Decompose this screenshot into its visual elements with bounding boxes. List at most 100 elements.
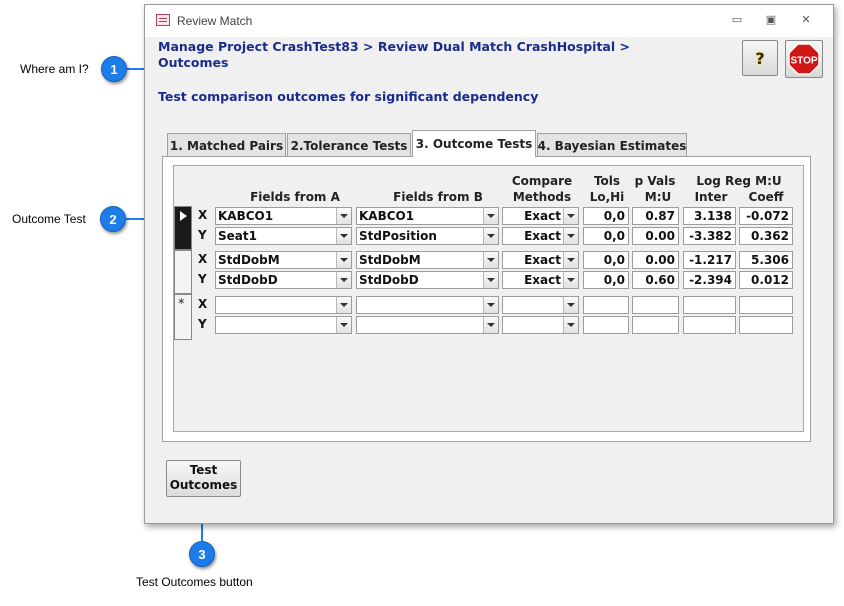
chevron-down-icon[interactable] [563, 272, 578, 288]
log-reg-inter-field-empty[interactable] [683, 316, 736, 334]
tolerance-field[interactable]: 0,0 [583, 251, 629, 269]
header-compare: Compare [511, 174, 573, 188]
log-reg-coeff-field[interactable]: 5.306 [739, 251, 793, 269]
compare-method-combo[interactable]: Exact [502, 227, 579, 245]
test-outcomes-button[interactable]: Test Outcomes [166, 460, 241, 497]
field-a-value: StdDobM [218, 253, 280, 267]
log-reg-inter-field[interactable]: -2.394 [683, 271, 736, 289]
record-selector[interactable] [174, 250, 192, 294]
chevron-down-icon[interactable] [336, 228, 351, 244]
chevron-down-icon[interactable] [483, 317, 498, 333]
field-a-combo-empty[interactable] [215, 316, 352, 334]
review-match-window: Review Match ▭ ▣ ✕ Manage Project CrashT… [144, 4, 834, 524]
field-a-combo[interactable]: KABCO1 [215, 207, 352, 225]
chevron-down-icon[interactable] [563, 208, 578, 224]
test-outcomes-label-line-2: Outcomes [169, 478, 238, 492]
header-fields-a: Fields from A [250, 190, 340, 204]
compare-method-combo[interactable]: Exact [502, 207, 579, 225]
chevron-down-icon[interactable] [563, 317, 578, 333]
compare-method-combo[interactable]: Exact [502, 271, 579, 289]
p-value-field[interactable]: 0.00 [632, 227, 679, 245]
callout-badge-2: 2 [100, 206, 126, 232]
stop-sign-icon: STOP [788, 43, 820, 75]
header-p-vals: p Vals [634, 174, 676, 188]
tolerance-field[interactable]: 0,0 [583, 207, 629, 225]
tolerance-field[interactable]: 0,0 [583, 271, 629, 289]
chevron-down-icon[interactable] [336, 272, 351, 288]
field-b-combo[interactable]: StdPosition [356, 227, 499, 245]
chevron-down-icon[interactable] [483, 228, 498, 244]
help-button[interactable]: ? [742, 40, 778, 76]
field-a-combo[interactable]: StdDobD [215, 271, 352, 289]
breadcrumb-line-2: Outcomes [158, 55, 229, 70]
log-reg-coeff-field[interactable]: 0.012 [739, 271, 793, 289]
chevron-down-icon[interactable] [336, 252, 351, 268]
chevron-down-icon[interactable] [483, 208, 498, 224]
log-reg-coeff-field[interactable]: -0.072 [739, 207, 793, 225]
tab-matched-pairs[interactable]: 1. Matched Pairs [167, 133, 286, 157]
record-selector-new[interactable]: * [174, 294, 192, 340]
p-value-field-empty[interactable] [632, 296, 679, 314]
restore-button[interactable]: ▣ [761, 11, 781, 29]
chevron-down-icon[interactable] [336, 317, 351, 333]
compare-method-combo-empty[interactable] [502, 316, 579, 334]
chevron-down-icon[interactable] [483, 272, 498, 288]
p-value-field[interactable]: 0.00 [632, 251, 679, 269]
chevron-down-icon[interactable] [336, 208, 351, 224]
compare-method-combo[interactable]: Exact [502, 251, 579, 269]
new-record-asterisk-icon: * [178, 297, 185, 312]
tab-tolerance-tests[interactable]: 2.Tolerance Tests [287, 133, 411, 157]
record-selector-current[interactable] [174, 206, 192, 250]
callout-label-outcome-test: Outcome Test [12, 212, 86, 226]
tolerance-field-empty[interactable] [583, 296, 629, 314]
row-axis-label: X [198, 252, 208, 266]
tab-outcome-tests[interactable]: 3. Outcome Tests [412, 130, 536, 157]
tolerance-field[interactable]: 0,0 [583, 227, 629, 245]
log-reg-coeff-field[interactable]: 0.362 [739, 227, 793, 245]
header-lo-hi: Lo,Hi [589, 190, 625, 204]
header-methods: Methods [512, 190, 572, 204]
field-a-combo[interactable]: Seat1 [215, 227, 352, 245]
p-value-field[interactable]: 0.60 [632, 271, 679, 289]
tolerance-field-empty[interactable] [583, 316, 629, 334]
field-b-value: StdDobD [359, 273, 419, 287]
field-a-value: StdDobD [218, 273, 278, 287]
page-subtitle: Test comparison outcomes for significant… [158, 89, 539, 104]
header-coeff: Coeff [748, 190, 784, 204]
stop-button[interactable]: STOP [785, 40, 823, 78]
log-reg-inter-field[interactable]: -1.217 [683, 251, 736, 269]
close-button[interactable]: ✕ [796, 11, 816, 29]
field-b-combo[interactable]: KABCO1 [356, 207, 499, 225]
compare-method-value: Exact [524, 253, 561, 267]
log-reg-coeff-field-empty[interactable] [739, 316, 793, 334]
window-title: Review Match [177, 14, 253, 28]
row-axis-label: Y [198, 317, 207, 331]
field-a-combo-empty[interactable] [215, 296, 352, 314]
callout-label-where-am-i: Where am I? [20, 62, 89, 76]
field-a-combo[interactable]: StdDobM [215, 251, 352, 269]
log-reg-inter-field[interactable]: 3.138 [683, 207, 736, 225]
chevron-down-icon[interactable] [483, 252, 498, 268]
field-a-value: Seat1 [218, 229, 257, 243]
chevron-down-icon[interactable] [563, 297, 578, 313]
title-bar[interactable]: Review Match ▭ ▣ ✕ [145, 5, 833, 37]
p-value-field[interactable]: 0.87 [632, 207, 679, 225]
chevron-down-icon[interactable] [483, 297, 498, 313]
log-reg-coeff-field-empty[interactable] [739, 296, 793, 314]
stop-sign-text: STOP [790, 56, 817, 67]
header-fields-b: Fields from B [393, 190, 483, 204]
chevron-down-icon[interactable] [563, 228, 578, 244]
p-value-field-empty[interactable] [632, 316, 679, 334]
log-reg-inter-field-empty[interactable] [683, 296, 736, 314]
compare-method-combo-empty[interactable] [502, 296, 579, 314]
breadcrumb: Manage Project CrashTest83 > Review Dual… [158, 39, 638, 71]
minimize-button[interactable]: ▭ [727, 11, 747, 29]
chevron-down-icon[interactable] [336, 297, 351, 313]
field-b-combo-empty[interactable] [356, 296, 499, 314]
tab-bayesian-estimates[interactable]: 4. Bayesian Estimates [537, 133, 687, 157]
field-b-combo[interactable]: StdDobM [356, 251, 499, 269]
chevron-down-icon[interactable] [563, 252, 578, 268]
field-b-combo-empty[interactable] [356, 316, 499, 334]
log-reg-inter-field[interactable]: -3.382 [683, 227, 736, 245]
field-b-combo[interactable]: StdDobD [356, 271, 499, 289]
